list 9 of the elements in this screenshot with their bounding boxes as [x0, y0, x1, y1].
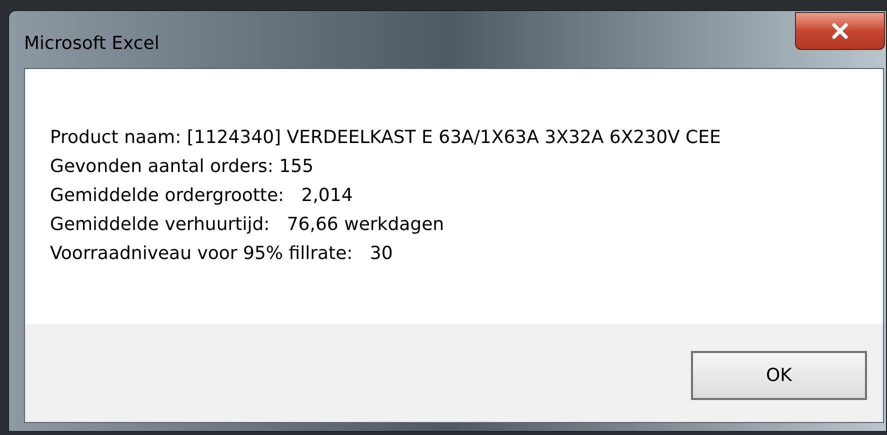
close-icon — [831, 23, 849, 39]
message-line: Product naam: [1124340] VERDEELKAST E 63A/1X63A 3X32A 6X230V CEE — [50, 126, 721, 150]
window-title: Microsoft Excel — [24, 32, 160, 56]
message-line: Gemiddelde ordergrootte: 2,014 — [50, 184, 353, 208]
ok-button[interactable]: OK — [691, 351, 867, 400]
message-line: Gemiddelde verhuurtijd: 76,66 werkdagen — [50, 213, 444, 237]
message-line: Voorraadniveau voor 95% fillrate: 30 — [50, 242, 393, 266]
close-button[interactable] — [795, 12, 885, 50]
message-line: Gevonden aantal orders: 155 — [50, 155, 314, 179]
